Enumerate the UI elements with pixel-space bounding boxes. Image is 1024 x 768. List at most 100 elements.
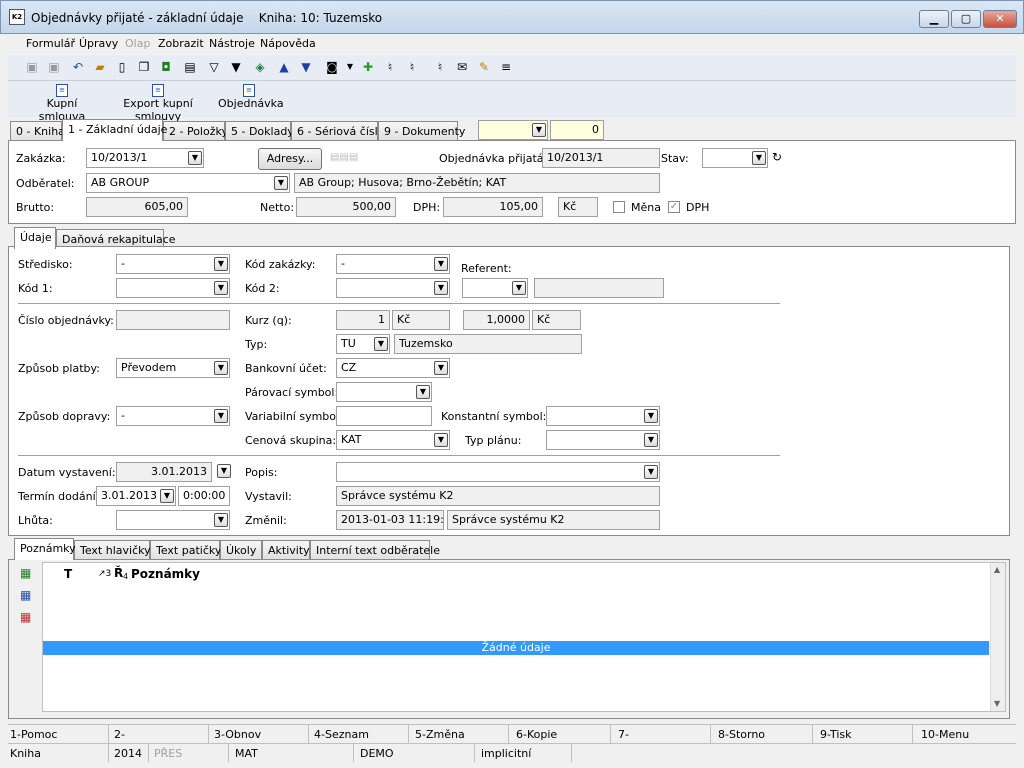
- parovaci-symbol-select[interactable]: ▼: [336, 382, 432, 402]
- menu-zobrazit[interactable]: Zobrazit: [158, 37, 204, 50]
- termin-dodani-time[interactable]: 0:00:00: [178, 486, 230, 506]
- tab-poznamky[interactable]: Poznámky: [14, 538, 76, 560]
- arrow-up-icon[interactable]: ▲: [276, 59, 292, 75]
- stredisko-select[interactable]: - ▼: [116, 254, 230, 274]
- kod-zakazky-select[interactable]: - ▼: [336, 254, 450, 274]
- scrollbar[interactable]: ▲ ▼: [990, 563, 1005, 711]
- fkey-1[interactable]: 1-Pomoc: [10, 728, 57, 741]
- zpusob-dopravy-select[interactable]: - ▼: [116, 406, 230, 426]
- filter-list-icon[interactable]: ▼: [228, 59, 244, 75]
- layers-icon[interactable]: ◈: [252, 59, 268, 75]
- column-sort[interactable]: ↗3: [98, 569, 111, 579]
- kod2-select[interactable]: ▼: [336, 278, 450, 298]
- tab-ukoly[interactable]: Úkoly: [220, 540, 262, 560]
- tab-doklady[interactable]: 5 - Doklady: [225, 121, 294, 141]
- chevron-down-icon[interactable]: ▼: [644, 433, 658, 447]
- chevron-down-icon[interactable]: ▼: [274, 176, 288, 190]
- chevron-down-icon[interactable]: ▼: [188, 151, 202, 165]
- tab-udaje[interactable]: Údaje: [14, 227, 56, 249]
- variabilni-symbol-field[interactable]: [336, 406, 432, 426]
- add-note-icon[interactable]: ▦: [20, 566, 31, 580]
- top-select[interactable]: ▼: [478, 120, 548, 140]
- tab-zakladni-udaje[interactable]: 1 - Základní údaje: [62, 119, 167, 141]
- stav-select[interactable]: ▼: [702, 148, 768, 168]
- binoculars-icon[interactable]: ♮: [382, 59, 398, 75]
- column-r[interactable]: Ř: [114, 566, 123, 580]
- chevron-down-icon[interactable]: ▼: [214, 409, 228, 423]
- termin-dodani-date[interactable]: 3.01.2013 ▼: [96, 486, 176, 506]
- chevron-down-icon[interactable]: ▼: [374, 337, 388, 351]
- fkey-4[interactable]: 4-Seznam: [314, 728, 369, 741]
- tab-text-paticky[interactable]: Text patičky: [150, 540, 221, 560]
- export-kupni-smlouvy-button[interactable]: ≡ Export kupní smlouvy: [106, 84, 210, 123]
- chevron-down-icon[interactable]: ▼: [160, 489, 174, 503]
- delete-note-icon[interactable]: ▦: [20, 610, 31, 624]
- copy-icon[interactable]: ❐: [136, 59, 152, 75]
- camera-icon[interactable]: ◙: [324, 59, 340, 75]
- fkey-5[interactable]: 5-Změna: [415, 728, 465, 741]
- tab-kniha[interactable]: 0 - Kniha: [10, 121, 65, 141]
- typ-select[interactable]: TU ▼: [336, 334, 390, 354]
- tab-seriova-cisla[interactable]: 6 - Sériová čísla: [291, 121, 384, 141]
- new-document-icon[interactable]: ▯: [114, 59, 130, 75]
- typ-planu-select[interactable]: ▼: [546, 430, 660, 450]
- tab-polozky[interactable]: 2 - Položky: [163, 121, 228, 141]
- undo-icon[interactable]: ↶: [70, 59, 86, 75]
- chevron-down-icon[interactable]: ▼: [644, 409, 658, 423]
- fkey-3[interactable]: 3-Obnov: [214, 728, 261, 741]
- referent-select[interactable]: ▼: [462, 278, 528, 298]
- scroll-down-icon[interactable]: ▼: [994, 699, 1000, 708]
- fkey-10[interactable]: 10-Menu: [921, 728, 969, 741]
- chevron-down-icon[interactable]: ▼: [214, 281, 228, 295]
- objednavka-button[interactable]: ≡ Objednávka: [218, 84, 284, 110]
- open-folder-icon[interactable]: ▰: [92, 59, 108, 75]
- fkey-8[interactable]: 8-Storno: [718, 728, 765, 741]
- fkey-2[interactable]: 2-: [114, 728, 125, 741]
- chevron-down-icon[interactable]: ▼: [644, 465, 658, 479]
- close-button[interactable]: ✕: [983, 10, 1017, 28]
- menu-formular[interactable]: Formulář: [26, 37, 75, 50]
- chevron-down-icon[interactable]: ▼: [342, 59, 358, 75]
- bankovni-ucet-select[interactable]: CZ ▼: [336, 358, 450, 378]
- odberatel-field[interactable]: AB GROUP ▼: [86, 173, 290, 193]
- chevron-down-icon[interactable]: ▼: [217, 464, 231, 478]
- datum-picker[interactable]: ▼: [214, 462, 232, 482]
- save-as-icon[interactable]: ▣: [46, 59, 62, 75]
- notes-grid[interactable]: [42, 562, 1006, 712]
- filter-icon[interactable]: ▽: [206, 59, 222, 75]
- zpusob-platby-select[interactable]: Převodem ▼: [116, 358, 230, 378]
- chevron-down-icon[interactable]: ▼: [532, 123, 546, 137]
- lock-icon[interactable]: ◘: [158, 59, 174, 75]
- menu-napoveda[interactable]: Nápověda: [260, 37, 316, 50]
- konstantni-symbol-select[interactable]: ▼: [546, 406, 660, 426]
- kupni-smlouva-button[interactable]: ≡ Kupní smlouva: [26, 84, 98, 123]
- fkey-6[interactable]: 6-Kopie: [516, 728, 557, 741]
- chevron-down-icon[interactable]: ▼: [434, 257, 448, 271]
- refresh-icon[interactable]: ↻: [772, 150, 782, 164]
- menu-upravy[interactable]: Úpravy: [79, 37, 118, 50]
- tab-aktivity[interactable]: Aktivity: [262, 540, 310, 560]
- tab-dokumenty[interactable]: 9 - Dokumenty: [378, 121, 465, 141]
- column-t[interactable]: T: [64, 567, 72, 581]
- save-icon[interactable]: ▣: [24, 59, 40, 75]
- book-icon[interactable]: ▤: [182, 59, 198, 75]
- arrow-down-icon[interactable]: ▼: [298, 59, 314, 75]
- fkey-7[interactable]: 7-: [618, 728, 629, 741]
- maximize-button[interactable]: ▢: [951, 10, 981, 28]
- chevron-down-icon[interactable]: ▼: [214, 513, 228, 527]
- chevron-down-icon[interactable]: ▼: [214, 257, 228, 271]
- cislo-objednavky-field[interactable]: [116, 310, 230, 330]
- mena-checkbox[interactable]: [613, 201, 625, 213]
- edit-note-icon[interactable]: ▦: [20, 588, 31, 602]
- fkey-9[interactable]: 9-Tisk: [820, 728, 852, 741]
- chevron-down-icon[interactable]: ▼: [752, 151, 766, 165]
- column-poznamky[interactable]: Poznámky: [131, 567, 200, 581]
- kod1-select[interactable]: ▼: [116, 278, 230, 298]
- chevron-down-icon[interactable]: ▼: [214, 361, 228, 375]
- merge-icon[interactable]: ✚: [360, 59, 376, 75]
- scroll-up-icon[interactable]: ▲: [994, 565, 1000, 574]
- chevron-down-icon[interactable]: ▼: [434, 433, 448, 447]
- notes-icon[interactable]: ✎: [476, 59, 492, 75]
- cenova-skupina-select[interactable]: KAT ▼: [336, 430, 450, 450]
- mail-icon[interactable]: ✉: [454, 59, 470, 75]
